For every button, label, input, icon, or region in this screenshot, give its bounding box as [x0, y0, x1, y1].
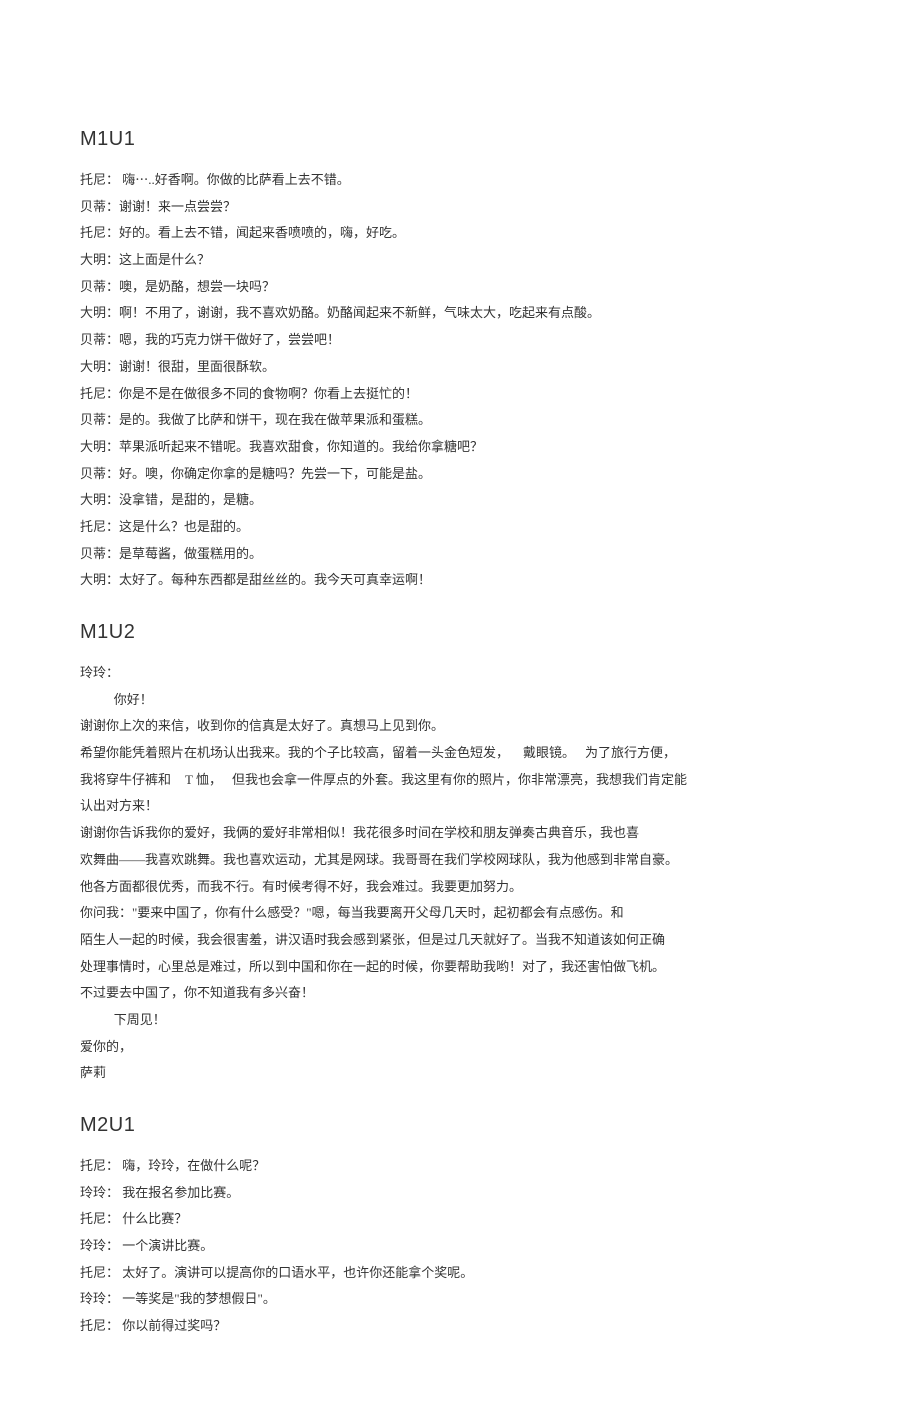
dialog-line: 贝蒂：噢，是奶酪，想尝一块吗？	[80, 275, 840, 300]
dialog-line: 托尼： 嗨⋯..好香啊。你做的比萨看上去不错。	[80, 168, 840, 193]
letter-body-line: 他各方面都很优秀，而我不行。有时候考得不好，我会难过。我要更加努力。	[80, 875, 840, 900]
letter-body-text: 我将穿牛仔裤和	[80, 772, 171, 787]
dialog-line: 玲玲： 我在报名参加比赛。	[80, 1181, 840, 1206]
letter-body-line: 欢舞曲——我喜欢跳舞。我也喜欢运动，尤其是网球。我哥哥在我们学校网球队，我为他感…	[80, 848, 840, 873]
dialog-line: 玲玲： 一等奖是"我的梦想假日"。	[80, 1287, 840, 1312]
section-heading-m1u1: M1U1	[80, 120, 840, 158]
dialog-line: 托尼： 什么比赛？	[80, 1207, 840, 1232]
letter-body-line: 陌生人一起的时候，我会很害羞，讲汉语时我会感到紧张，但是过几天就好了。当我不知道…	[80, 928, 840, 953]
dialog-line: 贝蒂：是草莓酱，做蛋糕用的。	[80, 542, 840, 567]
dialog-line: 托尼：这是什么？也是甜的。	[80, 515, 840, 540]
section-heading-m2u1: M2U1	[80, 1106, 840, 1144]
letter-body-line: 希望你能凭着照片在机场认出我来。我的个子比较高，留着一头金色短发， 戴眼镜。为了旅…	[80, 741, 840, 766]
dialog-line: 大明：谢谢！很甜，里面很酥软。	[80, 355, 840, 380]
letter-body-line: 你问我："要来中国了，你有什么感受？"嗯，每当我要离开父母几天时，起初都会有点感…	[80, 901, 840, 926]
section-heading-m1u2: M1U2	[80, 613, 840, 651]
dialog-line: 大明：没拿错，是甜的，是糖。	[80, 488, 840, 513]
letter-body-line: 认出对方来！	[80, 794, 840, 819]
letter-body-text: T 恤，	[185, 772, 222, 787]
dialog-line: 大明：这上面是什么？	[80, 248, 840, 273]
letter-body-text: 戴眼镜。	[523, 745, 575, 760]
letter-closing-nextweek: 下周见！	[80, 1008, 840, 1033]
dialog-line: 托尼：好的。看上去不错，闻起来香喷喷的，嗨，好吃。	[80, 221, 840, 246]
dialog-line: 托尼： 太好了。演讲可以提高你的口语水平，也许你还能拿个奖呢。	[80, 1261, 840, 1286]
letter-hello: 你好！	[80, 688, 840, 713]
dialog-line: 托尼： 你以前得过奖吗？	[80, 1314, 840, 1339]
letter-salutation: 玲玲：	[80, 661, 840, 686]
letter-body-text: 希望你能凭着照片在机场认出我来。我的个子比较高，留着一头金色短发，	[80, 745, 509, 760]
letter-body-line: 处理事情时，心里总是难过，所以到中国和你在一起的时候，你要帮助我哟！对了，我还害…	[80, 955, 840, 980]
letter-closing-name: 萨莉	[80, 1061, 840, 1086]
letter-body-line: 不过要去中国了，你不知道我有多兴奋！	[80, 981, 840, 1006]
letter-body-line: 谢谢你告诉我你的爱好，我俩的爱好非常相似！我花很多时间在学校和朋友弹奏古典音乐，…	[80, 821, 840, 846]
letter-body-line: 我将穿牛仔裤和 T 恤， 但我也会拿一件厚点的外套。我这里有你的照片，你非常漂亮，我…	[80, 768, 840, 793]
dialog-line: 大明：太好了。每种东西都是甜丝丝的。我今天可真幸运啊！	[80, 568, 840, 593]
dialog-line: 托尼：你是不是在做很多不同的食物啊？你看上去挺忙的！	[80, 382, 840, 407]
dialog-line: 贝蒂：是的。我做了比萨和饼干，现在我在做苹果派和蛋糕。	[80, 408, 840, 433]
letter-closing-love: 爱你的，	[80, 1035, 840, 1060]
dialog-line: 贝蒂：谢谢！来一点尝尝？	[80, 195, 840, 220]
dialog-line: 贝蒂：嗯，我的巧克力饼干做好了，尝尝吧！	[80, 328, 840, 353]
dialog-line: 贝蒂：好。噢，你确定你拿的是糖吗？先尝一下，可能是盐。	[80, 462, 840, 487]
letter-body-text: 但我也会拿一件厚点的外套。我这里有你的照片，你非常漂亮，我想我们肯定能	[232, 772, 687, 787]
dialog-line: 托尼： 嗨，玲玲，在做什么呢？	[80, 1154, 840, 1179]
dialog-line: 玲玲： 一个演讲比赛。	[80, 1234, 840, 1259]
dialog-line: 大明：啊！不用了，谢谢，我不喜欢奶酪。奶酪闻起来不新鲜，气味太大，吃起来有点酸。	[80, 301, 840, 326]
document-page: M1U1 托尼： 嗨⋯..好香啊。你做的比萨看上去不错。 贝蒂：谢谢！来一点尝尝…	[0, 0, 920, 1401]
dialog-line: 大明：苹果派听起来不错呢。我喜欢甜食，你知道的。我给你拿糖吧？	[80, 435, 840, 460]
letter-body-line: 谢谢你上次的来信，收到你的信真是太好了。真想马上见到你。	[80, 714, 840, 739]
letter-body-text: 为了旅行方便，	[585, 745, 676, 760]
